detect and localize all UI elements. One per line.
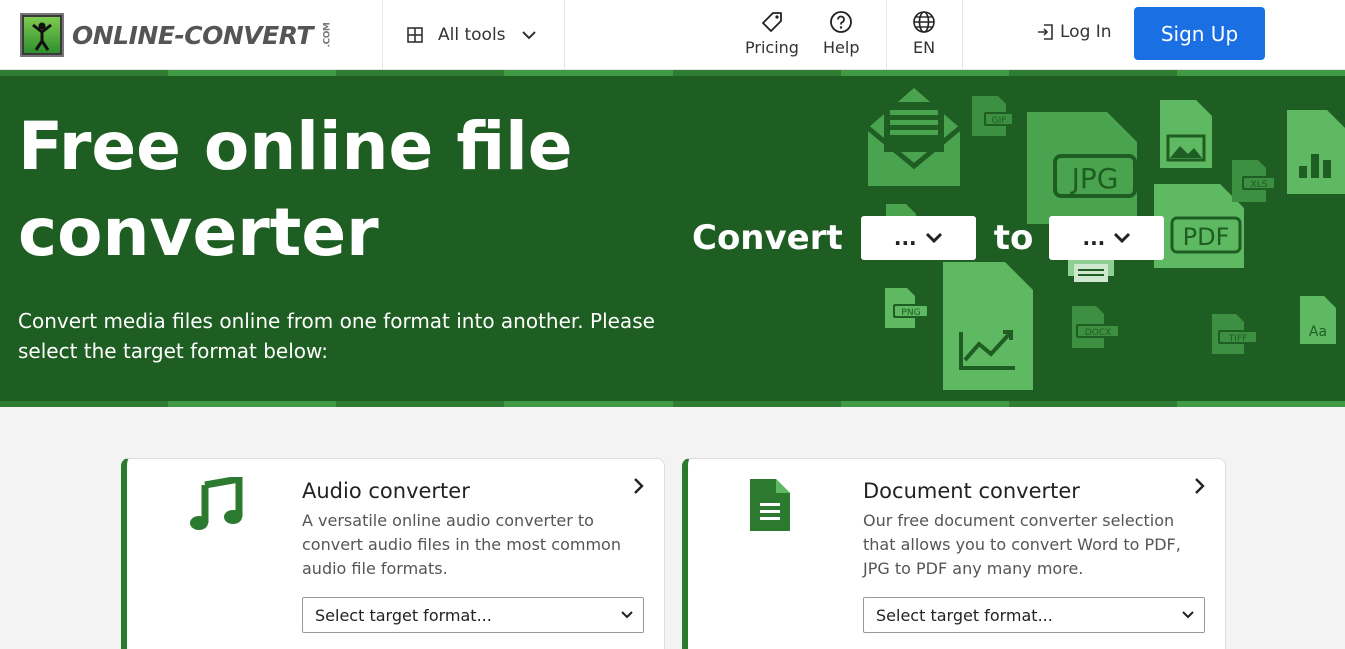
xls-tag: XLS <box>1251 180 1268 190</box>
chevron-right-icon <box>634 478 644 494</box>
convert-label: Convert <box>692 218 843 258</box>
help-label: Help <box>823 38 860 57</box>
price-tag-icon <box>762 12 782 32</box>
from-format-dropdown[interactable]: ... <box>860 216 976 260</box>
signup-button[interactable]: Sign Up <box>1134 7 1265 60</box>
bar-chart-file-icon <box>1287 110 1345 194</box>
xls-file-icon: XLS <box>1232 160 1276 202</box>
card-description: A versatile online audio converter to co… <box>302 511 621 578</box>
document-converter-card[interactable]: Document converter Our free document con… <box>682 458 1226 649</box>
login-label: Log In <box>1060 22 1112 42</box>
select-placeholder: Select target format... <box>876 605 1053 625</box>
hero-title: Free online file converter <box>18 108 573 271</box>
card-description: Our free document converter selection th… <box>863 511 1181 578</box>
chevron-down-icon <box>1114 232 1131 244</box>
gif-file-icon: GIF <box>972 96 1014 136</box>
grid-icon <box>407 27 423 43</box>
globe-icon <box>913 11 935 33</box>
audio-converter-card[interactable]: Audio converter A versatile online audio… <box>121 458 665 649</box>
png-tag: PNG <box>901 308 920 318</box>
to-format-value: ... <box>1082 226 1106 250</box>
divider <box>962 0 963 70</box>
target-format-select[interactable]: Select target format... <box>863 597 1205 633</box>
docx-file-icon: DOCX <box>1072 306 1120 348</box>
to-label: to <box>993 218 1034 258</box>
divider <box>886 0 887 70</box>
tiff-tag: TIFF <box>1228 334 1248 344</box>
hero-subtitle: Convert media files online from one form… <box>18 309 655 363</box>
chevron-down-icon <box>521 31 536 40</box>
target-format-select[interactable]: Select target format... <box>302 597 644 633</box>
card-title: Document converter <box>863 479 1080 503</box>
music-note-icon <box>187 474 243 537</box>
site-logo[interactable]: ONLINE-CONVERT .COM <box>20 13 340 57</box>
pdf-tag: PDF <box>1183 223 1230 251</box>
image-file-icon <box>1160 100 1212 168</box>
chevron-down-icon <box>621 611 633 619</box>
from-format-value: ... <box>893 226 917 250</box>
pdf-file-icon: PDF <box>1154 184 1244 268</box>
jpg-tag: JPG <box>1070 162 1119 195</box>
help-link[interactable]: Help <box>823 10 859 57</box>
document-icon <box>748 477 792 537</box>
login-link[interactable]: Log In <box>1036 22 1112 42</box>
chart-file-icon <box>943 262 1033 390</box>
pricing-link[interactable]: Pricing <box>745 10 799 57</box>
envelope-icon <box>868 88 960 186</box>
chevron-down-icon <box>1182 611 1194 619</box>
hero-bottom-stripe <box>0 401 1345 407</box>
login-icon <box>1038 24 1053 40</box>
site-header: ONLINE-CONVERT .COM All tools Pricing He… <box>0 0 1345 70</box>
chevron-right-icon <box>1195 478 1205 494</box>
pricing-label: Pricing <box>745 38 799 57</box>
divider <box>564 0 565 70</box>
logo-icon <box>20 13 64 57</box>
font-tag: Aa <box>1309 324 1327 340</box>
to-format-dropdown[interactable]: ... <box>1049 216 1165 260</box>
jpg-file-icon: JPG <box>1027 112 1137 224</box>
convert-selector-row: Convert ... to ... <box>692 216 1165 260</box>
select-placeholder: Select target format... <box>315 605 492 625</box>
hero-top-stripe <box>0 70 1345 76</box>
language-selector[interactable]: EN <box>912 10 936 57</box>
png-file-icon: PNG <box>885 288 929 328</box>
docx-tag: DOCX <box>1085 328 1111 338</box>
all-tools-menu[interactable]: All tools <box>406 20 538 50</box>
logo-text: ONLINE-CONVERT .COM <box>72 20 333 50</box>
language-label: EN <box>912 38 936 57</box>
font-file-icon: Aa <box>1300 296 1336 344</box>
all-tools-label: All tools <box>438 25 506 45</box>
chevron-down-icon <box>925 232 942 244</box>
card-title: Audio converter <box>302 479 470 503</box>
help-icon <box>830 11 853 33</box>
gif-tag: GIF <box>992 116 1007 126</box>
hero-banner: Free online file converter Convert media… <box>0 70 1345 407</box>
printer-icon <box>1068 256 1114 282</box>
tiff-file-icon: TIFF <box>1212 314 1258 354</box>
divider <box>382 0 383 70</box>
